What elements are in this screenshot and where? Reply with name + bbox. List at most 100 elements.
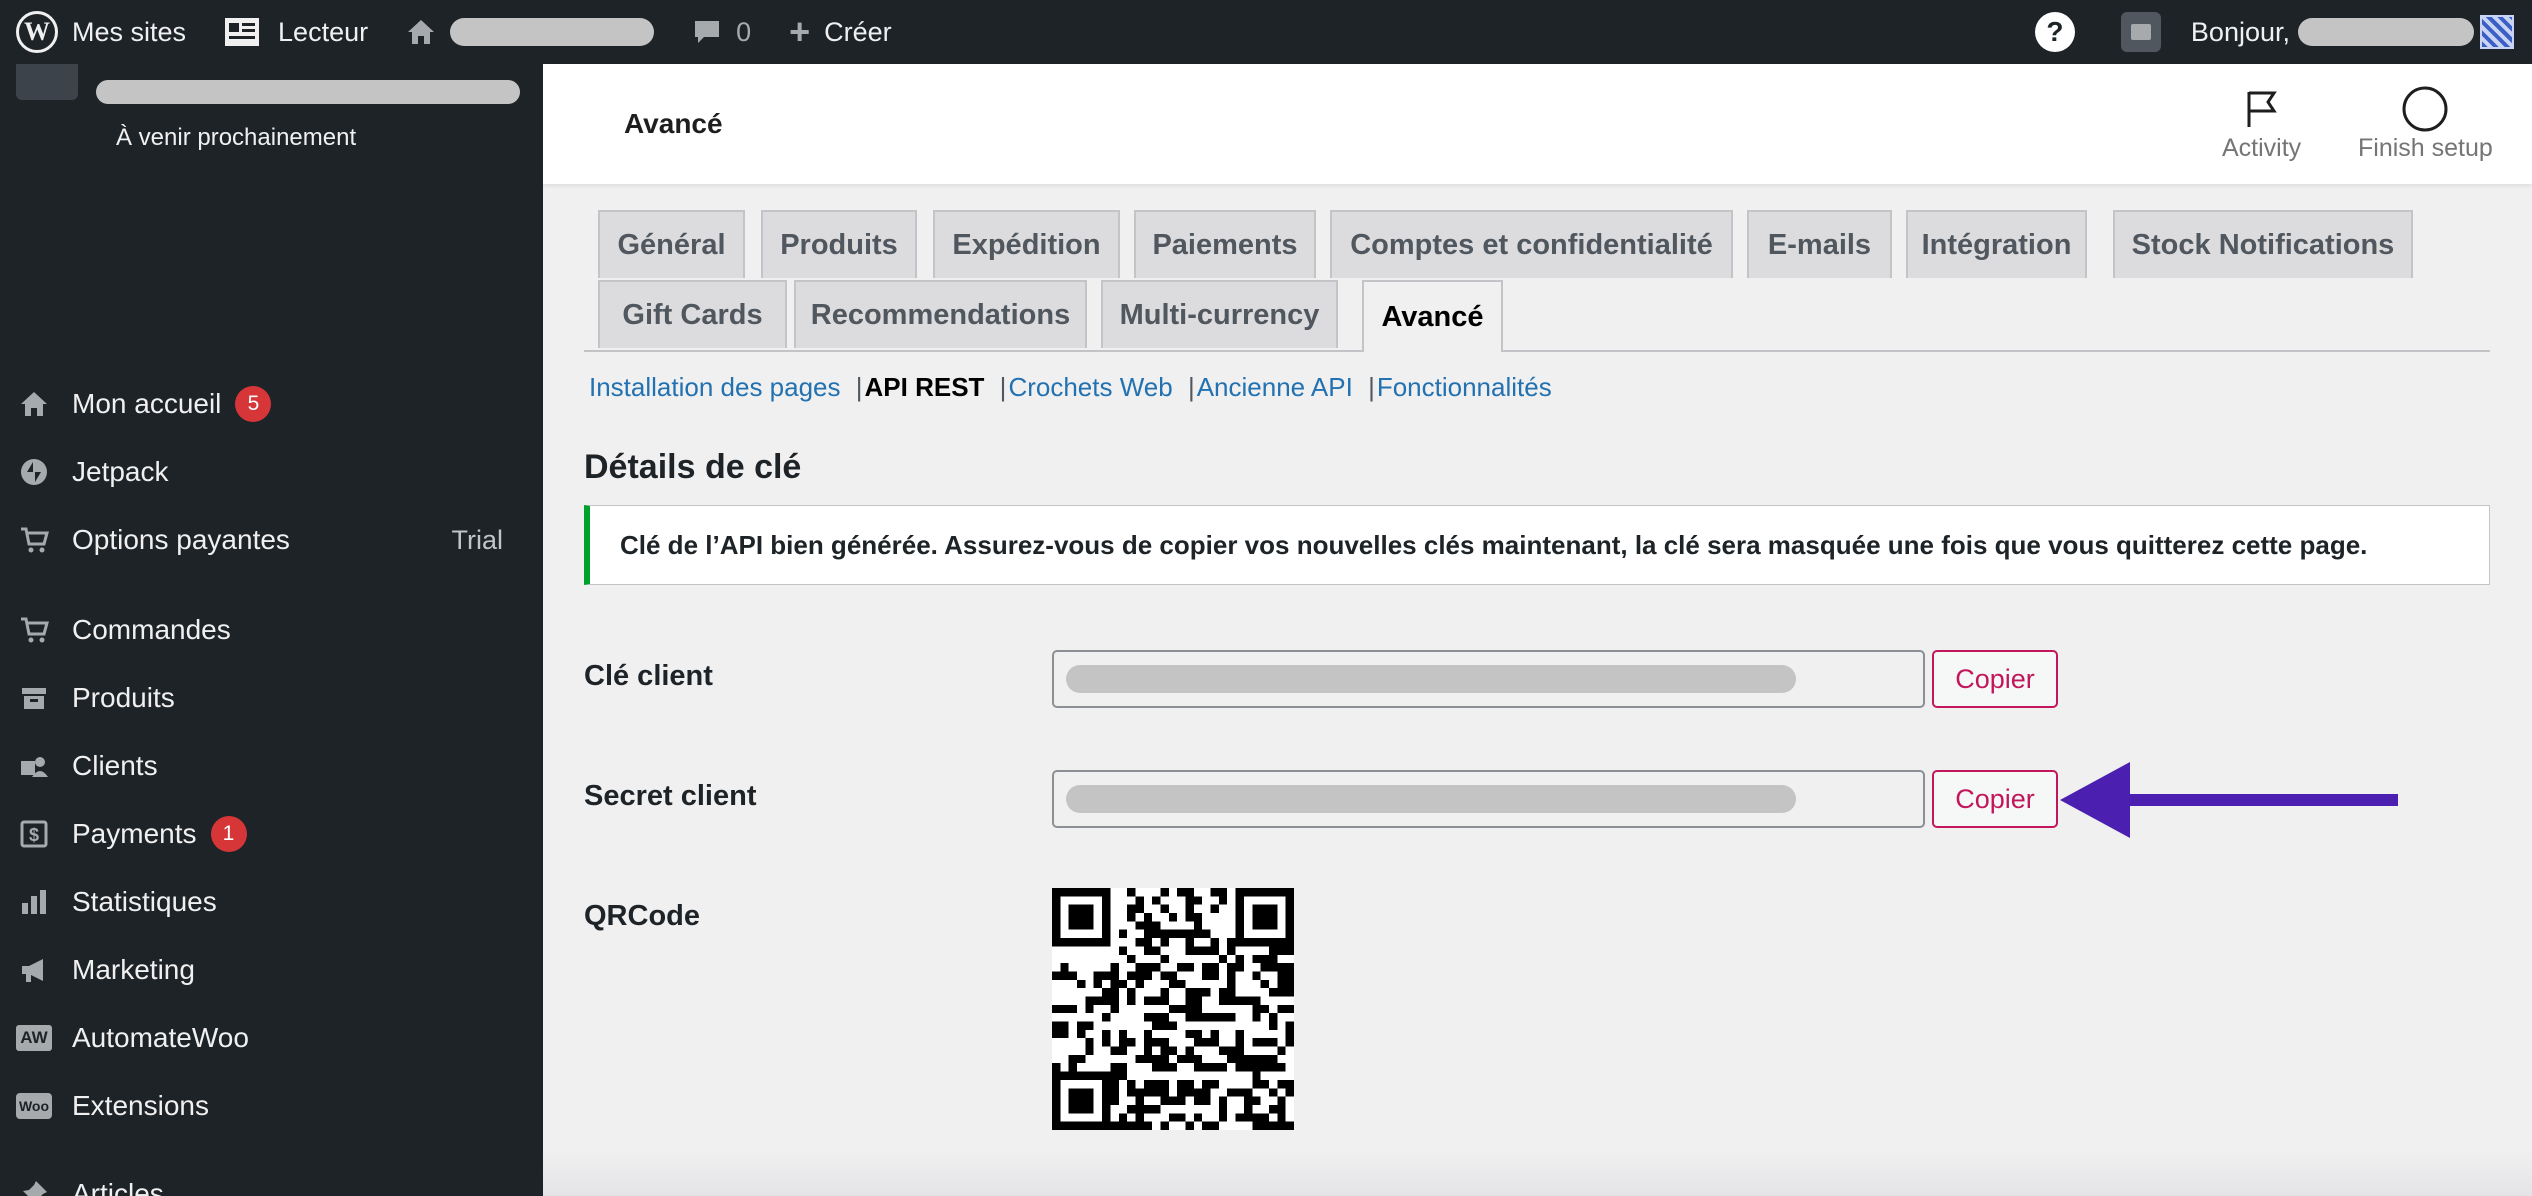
tab-integration[interactable]: Intégration — [1906, 210, 2087, 278]
success-notice: Clé de l’API bien générée. Assurez-vous … — [584, 505, 2490, 585]
wordpress-logo-icon: W — [16, 11, 58, 53]
notifications-icon[interactable] — [2120, 12, 2161, 52]
sidebar-item-label: Mon accueil — [72, 388, 222, 419]
subsection-legacy-api-link[interactable]: Ancienne API — [1197, 372, 1353, 402]
subsection-webhooks-link[interactable]: Crochets Web — [1008, 372, 1172, 402]
qrcode-label: QRCode — [584, 900, 700, 932]
sidebar-item-label: Clients — [72, 750, 158, 781]
subsection-features-link[interactable]: Fonctionnalités — [1377, 372, 1552, 402]
users-icon — [16, 748, 52, 784]
sidebar-item-extensions[interactable]: Woo Extensions — [0, 1076, 543, 1136]
flag-icon — [2244, 84, 2280, 134]
sidebar-item-posts[interactable]: Articles — [0, 1164, 543, 1196]
sidebar-item-upgrades[interactable]: Options payantes Trial — [0, 510, 543, 570]
reader-label: Lecteur — [278, 16, 369, 47]
help-icon[interactable]: ? — [2034, 12, 2075, 52]
notification-badge: 1 — [210, 816, 247, 852]
sidebar-item-label: AutomateWoo — [72, 1022, 249, 1053]
consumer-key-redacted — [1066, 665, 1796, 693]
reader-icon — [225, 18, 260, 46]
consumer-key-field[interactable] — [1052, 650, 1925, 708]
annotation-arrow-icon — [2060, 762, 2398, 838]
my-sites-menu[interactable]: W Mes sites — [0, 0, 198, 64]
sidebar-item-label: Statistiques — [72, 886, 217, 917]
finish-setup-button[interactable]: Finish setup — [2358, 84, 2493, 163]
sidebar-item-orders[interactable]: Commandes — [0, 600, 543, 660]
site-status: À venir prochainement — [116, 124, 357, 151]
separator: | — [1368, 372, 1375, 402]
tab-stock-notifications[interactable]: Stock Notifications — [2113, 210, 2413, 278]
tab-shipping[interactable]: Expédition — [933, 210, 1120, 278]
account-menu[interactable]: Bonjour, — [2191, 15, 2514, 49]
svg-text:$: $ — [29, 825, 39, 845]
sidebar-item-products[interactable]: Produits — [0, 668, 543, 728]
tab-gift-cards[interactable]: Gift Cards — [598, 280, 787, 348]
subsection-rest-api-link[interactable]: API REST — [865, 372, 985, 402]
sidebar-item-label: Commandes — [72, 614, 231, 645]
admin-sidebar: À venir prochainement Mon accueil 5 Jetp… — [0, 64, 543, 1196]
automatewoo-icon-text: AW — [16, 1025, 52, 1051]
tab-products[interactable]: Produits — [761, 210, 917, 278]
finish-setup-label: Finish setup — [2358, 134, 2493, 162]
greeting-label: Bonjour, — [2190, 16, 2290, 47]
qr-code-image — [1052, 888, 1294, 1130]
woocommerce-header: Avancé Activity Finish setup — [543, 64, 2532, 184]
site-name-redacted — [450, 18, 655, 46]
avatar — [2480, 15, 2514, 49]
tab-multi-currency[interactable]: Multi-currency — [1101, 280, 1338, 348]
consumer-secret-label: Secret client — [584, 780, 757, 812]
trial-label: Trial — [451, 524, 504, 555]
copy-consumer-key-button[interactable]: Copier — [1932, 650, 2058, 708]
sidebar-item-analytics[interactable]: Statistiques — [0, 872, 543, 932]
sidebar-item-label: Articles — [72, 1178, 164, 1196]
site-home-menu[interactable] — [394, 0, 666, 64]
bar-chart-icon — [16, 884, 52, 920]
plus-icon: + — [789, 11, 811, 52]
sidebar-item-payments[interactable]: $ Payments 1 — [0, 804, 543, 864]
sidebar-item-marketing[interactable]: Marketing — [0, 940, 543, 1000]
archive-icon — [16, 680, 52, 716]
megaphone-icon — [16, 952, 52, 988]
cart-icon — [16, 522, 52, 558]
sidebar-item-label: Options payantes — [72, 524, 290, 555]
my-sites-label: Mes sites — [72, 16, 187, 47]
bottom-shadow — [543, 1150, 2532, 1196]
tab-payments[interactable]: Paiements — [1134, 210, 1316, 278]
tab-accounts-privacy[interactable]: Comptes et confidentialité — [1330, 210, 1733, 278]
activity-button[interactable]: Activity — [2222, 84, 2301, 163]
cart-icon — [16, 612, 52, 648]
username-redacted — [2298, 18, 2474, 46]
jetpack-icon — [16, 454, 52, 490]
create-label: Créer — [824, 16, 892, 47]
tab-general[interactable]: Général — [598, 210, 745, 278]
site-icon[interactable] — [16, 64, 78, 100]
home-icon — [408, 20, 435, 44]
sidebar-item-label: Extensions — [72, 1090, 209, 1121]
subsection-pages-link[interactable]: Installation des pages — [589, 372, 841, 402]
sidebar-item-label: Produits — [72, 682, 175, 713]
tab-advanced[interactable]: Avancé — [1362, 280, 1503, 352]
sidebar-item-home[interactable]: Mon accueil 5 — [0, 374, 543, 434]
consumer-secret-field[interactable] — [1052, 770, 1925, 828]
consumer-secret-redacted — [1066, 785, 1796, 813]
section-title: Détails de clé — [584, 448, 802, 486]
sidebar-item-customers[interactable]: Clients — [0, 736, 543, 796]
notice-text: Clé de l’API bien générée. Assurez-vous … — [620, 529, 2368, 560]
tab-recommendations[interactable]: Recommendations — [794, 280, 1087, 348]
separator: | — [855, 372, 863, 402]
pin-icon — [16, 1176, 52, 1196]
dollar-icon: $ — [16, 816, 52, 852]
separator: | — [1187, 372, 1195, 402]
admin-bar: W Mes sites Lecteur 0 + Créer ? Bonjour, — [0, 0, 2532, 64]
automatewoo-icon: AW — [16, 1020, 52, 1056]
sidebar-item-jetpack[interactable]: Jetpack — [0, 442, 543, 502]
reader-menu[interactable]: Lecteur — [212, 0, 380, 64]
activity-label: Activity — [2222, 134, 2302, 162]
comments-count: 0 — [736, 16, 752, 47]
sidebar-item-automatewoo[interactable]: AW AutomateWoo — [0, 1008, 543, 1068]
copy-consumer-secret-button[interactable]: Copier — [1932, 770, 2058, 828]
page-title: Avancé — [624, 108, 723, 139]
comments-menu[interactable]: 0 — [680, 0, 763, 64]
tab-emails[interactable]: E-mails — [1747, 210, 1892, 278]
create-menu[interactable]: + Créer — [777, 0, 904, 64]
